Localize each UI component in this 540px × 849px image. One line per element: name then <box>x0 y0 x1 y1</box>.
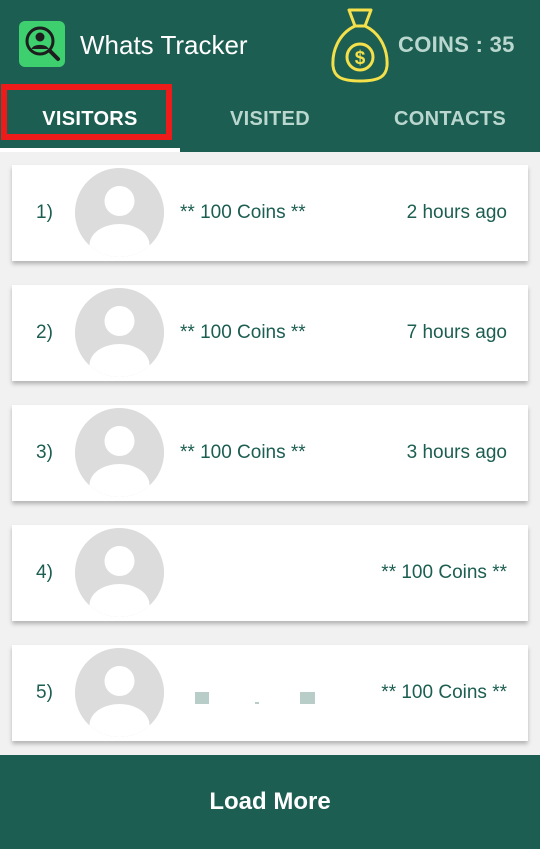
avatar-placeholder-icon <box>75 168 164 257</box>
visitor-coins: ** 100 Coins ** <box>381 682 507 703</box>
visitor-card[interactable]: 3) ** 100 Coins ** 3 hours ago <box>12 405 528 501</box>
pixelated-name <box>255 702 259 704</box>
visitor-name-coins: ** 100 Coins ** <box>180 202 306 223</box>
visitors-tab-highlight-box <box>1 84 172 140</box>
app-bar: Whats Tracker $ COINS : 35 VISITORS VISI… <box>0 0 540 152</box>
visit-time: 3 hours ago <box>406 442 507 463</box>
tab-contacts[interactable]: CONTACTS <box>360 103 540 135</box>
app-title: Whats Tracker <box>80 30 248 60</box>
visitor-number: 1) <box>36 202 53 223</box>
visitor-card[interactable]: 1) ** 100 Coins ** 2 hours ago <box>12 165 528 261</box>
load-more-button[interactable]: Load More <box>0 755 540 849</box>
visit-time: 2 hours ago <box>406 202 507 223</box>
avatar-placeholder-icon <box>75 408 164 497</box>
visitor-name-coins: ** 100 Coins ** <box>180 322 306 343</box>
visitor-card[interactable]: 5) ** 100 Coins ** <box>12 645 528 741</box>
svg-text:$: $ <box>355 48 366 69</box>
visitor-coins: ** 100 Coins ** <box>381 562 507 583</box>
visitor-number: 3) <box>36 442 53 463</box>
money-bag-icon: $ <box>330 6 390 84</box>
visitor-card[interactable]: 2) ** 100 Coins ** 7 hours ago <box>12 285 528 381</box>
visit-time: 7 hours ago <box>406 322 507 343</box>
avatar-placeholder-icon <box>75 288 164 377</box>
tab-visited[interactable]: VISITED <box>180 103 360 135</box>
visitor-number: 5) <box>36 682 53 703</box>
visitor-number: 2) <box>36 322 53 343</box>
visitors-list: 1) ** 100 Coins ** 2 hours ago 2) ** 100… <box>0 152 540 755</box>
coins-balance: COINS : 35 <box>398 32 515 57</box>
pixelated-name <box>195 692 209 704</box>
visitor-name-coins: ** 100 Coins ** <box>180 442 306 463</box>
visitor-card[interactable]: 4) ** 100 Coins ** <box>12 525 528 621</box>
pixelated-name <box>300 692 315 704</box>
avatar-placeholder-icon <box>75 528 164 617</box>
visitor-number: 4) <box>36 562 53 583</box>
avatar-placeholder-icon <box>75 648 164 737</box>
search-user-icon[interactable] <box>19 21 65 67</box>
